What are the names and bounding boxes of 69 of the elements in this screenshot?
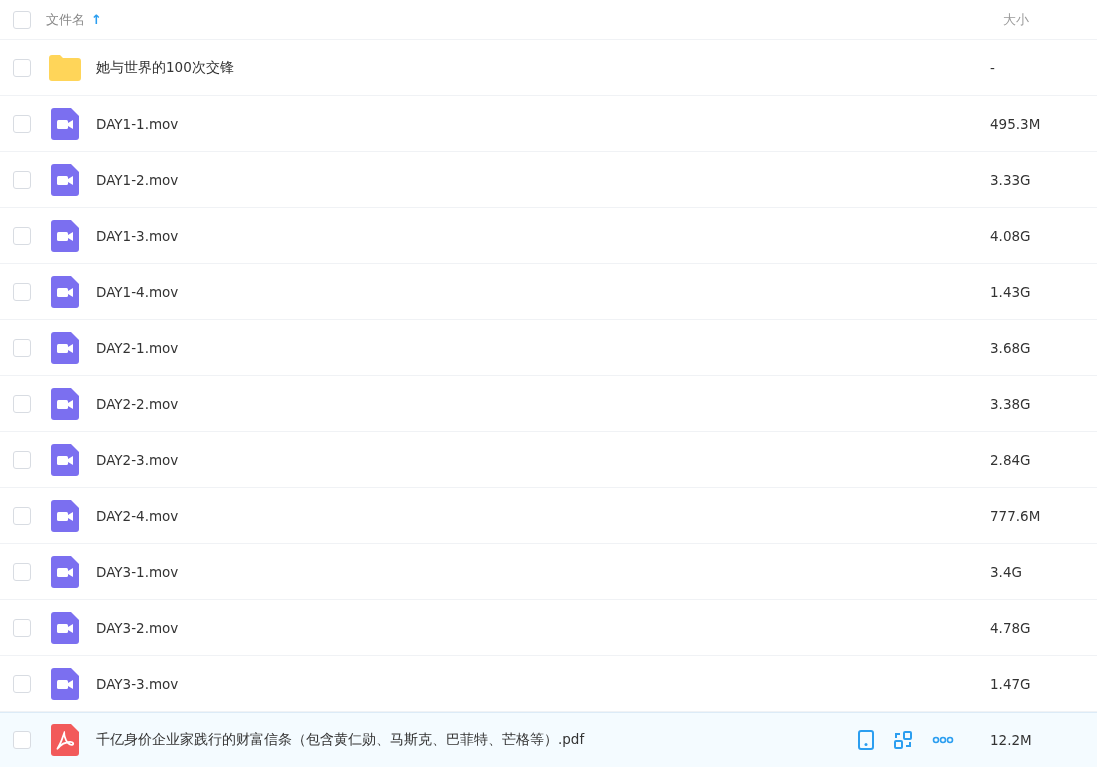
video-file-icon bbox=[51, 499, 79, 532]
row-checkbox[interactable] bbox=[13, 674, 31, 693]
file-name[interactable]: 她与世界的100次交锋 bbox=[96, 58, 234, 77]
pdf-file-icon bbox=[51, 724, 79, 756]
file-name[interactable]: DAY2-4.mov bbox=[96, 507, 179, 524]
file-size: - bbox=[990, 59, 996, 76]
video-file-icon bbox=[51, 107, 79, 140]
select-all-checkbox[interactable] bbox=[13, 10, 31, 29]
file-row[interactable]: DAY3-2.mov 4.78G bbox=[0, 600, 1097, 656]
video-file-icon bbox=[51, 331, 79, 364]
more-icon[interactable] bbox=[932, 736, 954, 744]
file-size: 2.84G bbox=[990, 451, 1032, 468]
row-checkbox[interactable] bbox=[13, 562, 31, 581]
video-file-icon bbox=[51, 387, 79, 420]
transfer-icon[interactable] bbox=[894, 731, 912, 749]
video-file-icon bbox=[51, 667, 79, 700]
file-size: 3.33G bbox=[990, 171, 1032, 188]
phone-icon[interactable] bbox=[858, 730, 874, 750]
file-name[interactable]: DAY3-1.mov bbox=[96, 563, 179, 580]
row-checkbox[interactable] bbox=[13, 282, 31, 301]
file-name[interactable]: DAY1-3.mov bbox=[96, 227, 179, 244]
file-size: 4.78G bbox=[990, 619, 1032, 636]
file-size: 495.3M bbox=[990, 115, 1042, 132]
file-name[interactable]: DAY2-1.mov bbox=[96, 339, 179, 356]
file-size: 12.2M bbox=[990, 732, 1033, 748]
file-name[interactable]: DAY3-3.mov bbox=[96, 675, 179, 692]
file-row[interactable]: DAY1-1.mov 495.3M bbox=[0, 96, 1097, 152]
file-row[interactable]: DAY2-4.mov 777.6M bbox=[0, 488, 1097, 544]
file-size: 3.4G bbox=[990, 563, 1023, 580]
row-checkbox[interactable] bbox=[13, 58, 31, 77]
video-file-icon bbox=[51, 275, 79, 308]
file-row[interactable]: 她与世界的100次交锋 - bbox=[0, 40, 1097, 96]
file-row[interactable]: DAY1-4.mov 1.43G bbox=[0, 264, 1097, 320]
row-checkbox[interactable] bbox=[13, 731, 31, 749]
file-size: 3.38G bbox=[990, 395, 1032, 412]
file-row[interactable]: DAY3-1.mov 3.4G bbox=[0, 544, 1097, 600]
file-name[interactable]: DAY2-3.mov bbox=[96, 451, 179, 468]
row-checkbox[interactable] bbox=[13, 338, 31, 357]
file-size: 3.68G bbox=[990, 339, 1032, 356]
video-file-icon bbox=[51, 555, 79, 588]
file-row[interactable]: 千亿身价企业家践行的财富信条（包含黄仁勋、马斯克、巴菲特、芒格等）.pdf 12.2M bbox=[0, 712, 1097, 767]
file-row[interactable]: DAY1-2.mov 3.33G bbox=[0, 152, 1097, 208]
file-name[interactable]: DAY1-2.mov bbox=[96, 171, 179, 188]
video-file-icon bbox=[51, 611, 79, 644]
row-checkbox[interactable] bbox=[13, 114, 31, 133]
file-size: 1.43G bbox=[990, 283, 1032, 300]
file-row[interactable]: DAY2-1.mov 3.68G bbox=[0, 320, 1097, 376]
row-checkbox[interactable] bbox=[13, 394, 31, 413]
file-row[interactable]: DAY2-2.mov 3.38G bbox=[0, 376, 1097, 432]
file-row[interactable]: DAY2-3.mov 2.84G bbox=[0, 432, 1097, 488]
file-name[interactable]: DAY3-2.mov bbox=[96, 619, 179, 636]
row-checkbox[interactable] bbox=[13, 618, 31, 637]
column-header[interactable]: 文件名 bbox=[46, 10, 85, 29]
video-file-icon bbox=[51, 443, 79, 476]
file-name[interactable]: DAY1-1.mov bbox=[96, 115, 179, 132]
file-name[interactable]: 千亿身价企业家践行的财富信条（包含黄仁勋、马斯克、巴菲特、芒格等）.pdf bbox=[96, 731, 585, 749]
row-checkbox[interactable] bbox=[13, 506, 31, 525]
file-size: 4.08G bbox=[990, 227, 1032, 244]
file-size: 1.47G bbox=[990, 675, 1032, 692]
file-name[interactable]: DAY1-4.mov bbox=[96, 283, 179, 300]
file-name[interactable]: DAY2-2.mov bbox=[96, 395, 179, 412]
video-file-icon bbox=[51, 163, 79, 196]
row-checkbox[interactable] bbox=[13, 170, 31, 189]
folder-icon bbox=[49, 54, 81, 81]
row-checkbox[interactable] bbox=[13, 450, 31, 469]
video-file-icon bbox=[51, 219, 79, 252]
file-size: 777.6M bbox=[990, 507, 1042, 524]
file-row[interactable]: DAY1-3.mov 4.08G bbox=[0, 208, 1097, 264]
row-checkbox[interactable] bbox=[13, 226, 31, 245]
